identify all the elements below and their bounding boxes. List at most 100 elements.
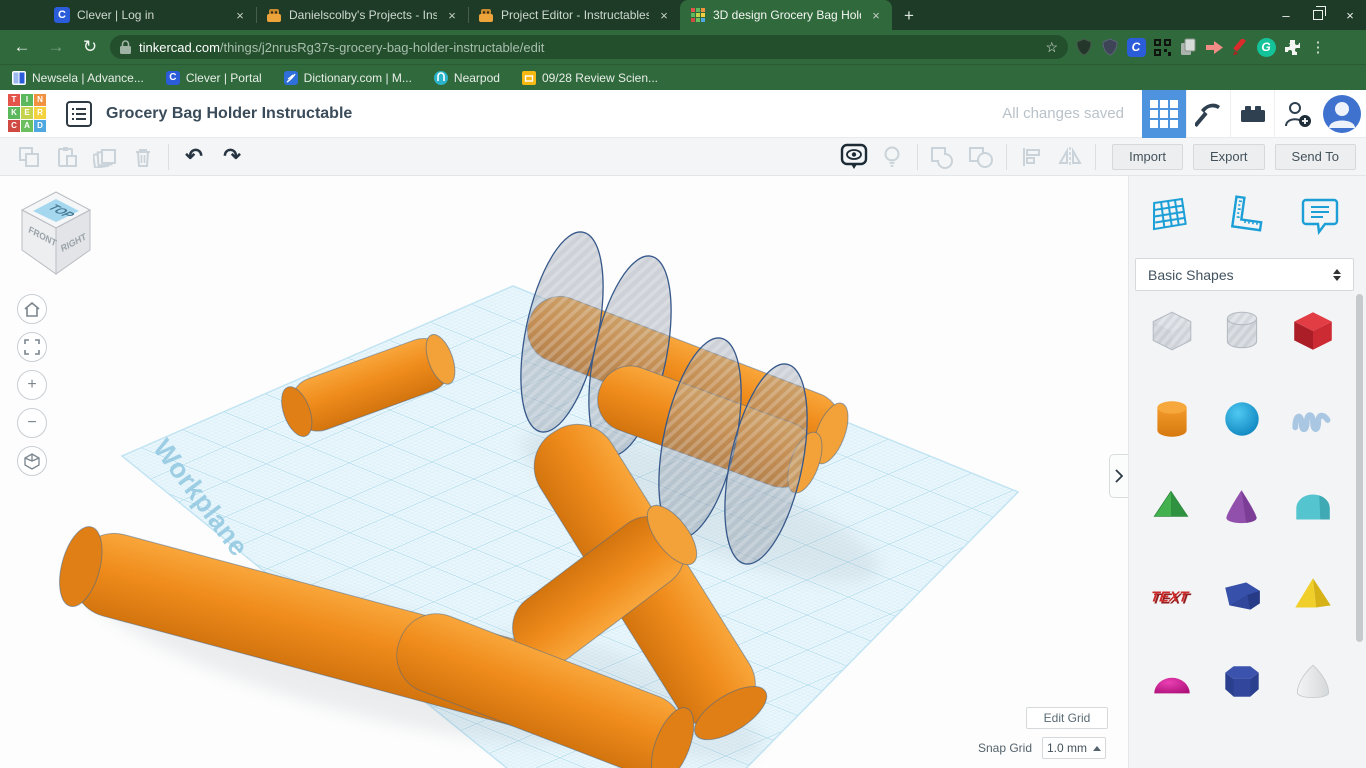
- url-path: /things/j2nrusRg37s-grocery-bag-holder-i…: [219, 39, 545, 55]
- shape-cylinder-transparent[interactable]: [1216, 305, 1268, 357]
- tinkercad-logo[interactable]: T I N K E R C A D: [8, 93, 48, 134]
- shield-icon[interactable]: [1074, 37, 1094, 57]
- tab-title: Clever | Log in: [77, 8, 155, 22]
- minecraft-pickaxe-button[interactable]: [1186, 89, 1230, 138]
- shape-paraboloid-white[interactable]: [1287, 657, 1339, 709]
- bookmark-newsela[interactable]: Newsela | Advance...: [12, 70, 144, 85]
- shape-hex-prism-navy[interactable]: [1216, 657, 1268, 709]
- design-menu-icon[interactable]: [66, 100, 92, 127]
- new-tab-button[interactable]: +: [904, 6, 914, 30]
- shape-cylinder-orange[interactable]: [1146, 393, 1198, 445]
- hide-selected-bulb-icon[interactable]: [873, 143, 911, 171]
- tab-danielscolby-projects[interactable]: Danielscolby's Projects - Instruct ×: [256, 0, 468, 30]
- reload-button[interactable]: ↻: [76, 37, 104, 57]
- view-cube[interactable]: TOP FRONT RIGHT: [16, 186, 96, 286]
- puzzle-icon[interactable]: [1282, 37, 1302, 57]
- edit-grid-button[interactable]: Edit Grid: [1026, 707, 1108, 729]
- snap-grid-select[interactable]: 1.0 mm: [1042, 737, 1106, 759]
- redo-icon[interactable]: ↷: [213, 143, 251, 171]
- blocks-grid-button[interactable]: [1142, 89, 1186, 138]
- ungroup-icon[interactable]: [962, 143, 1000, 171]
- forward-button[interactable]: →: [42, 37, 70, 57]
- tab-close-icon[interactable]: ×: [444, 8, 460, 23]
- home-view-button[interactable]: [17, 294, 47, 324]
- dictionary-icon: [283, 70, 298, 85]
- show-all-icon[interactable]: [835, 143, 873, 171]
- bookmark-nearpod[interactable]: Nearpod: [433, 70, 500, 85]
- brick-export-button[interactable]: [1230, 89, 1274, 138]
- clever-icon: C: [165, 70, 180, 85]
- notes-tool-icon[interactable]: [1296, 190, 1344, 240]
- trash-icon[interactable]: [124, 143, 162, 171]
- panel-scrollbar[interactable]: [1356, 294, 1363, 642]
- shape-cone-purple[interactable]: [1216, 481, 1268, 533]
- bookmark-dictionary[interactable]: Dictionary.com | M...: [283, 70, 412, 85]
- shape-half-sphere-magenta[interactable]: [1146, 657, 1198, 709]
- paste-icon[interactable]: [48, 143, 86, 171]
- restore-button[interactable]: [1302, 5, 1334, 23]
- panel-collapse-button[interactable]: [1109, 454, 1128, 498]
- design-canvas[interactable]: Workplane TOP FRONT RIGHT + − Edit Grid …: [0, 176, 1128, 768]
- bookmark-star-icon[interactable]: ☆: [1045, 39, 1058, 56]
- perspective-toggle-button[interactable]: [17, 446, 47, 476]
- clever-favicon: C: [54, 7, 70, 23]
- shape-pyramid-yellow[interactable]: [1287, 569, 1339, 621]
- tab-clever-login[interactable]: C Clever | Log in ×: [44, 0, 256, 30]
- import-button[interactable]: Import: [1112, 143, 1183, 170]
- avatar[interactable]: [1318, 90, 1366, 138]
- mirror-icon[interactable]: [1051, 143, 1089, 171]
- undo-icon[interactable]: ↶: [175, 143, 213, 171]
- shape-text-red[interactable]: TEXT TEXT: [1146, 569, 1198, 621]
- qr-code-icon[interactable]: [1152, 37, 1172, 57]
- tab-tinkercad-design-active[interactable]: 3D design Grocery Bag Holder In ×: [680, 0, 892, 30]
- ruler-tool-icon[interactable]: [1221, 190, 1269, 240]
- clever-icon[interactable]: C: [1126, 37, 1146, 57]
- bookmark-label: Dictionary.com | M...: [303, 70, 412, 85]
- shape-box-transparent[interactable]: [1146, 305, 1198, 357]
- shape-polygon-navy[interactable]: [1216, 569, 1268, 621]
- tab-close-icon[interactable]: ×: [232, 8, 248, 23]
- zoom-in-button[interactable]: +: [17, 370, 47, 400]
- minimize-button[interactable]: –: [1270, 8, 1302, 23]
- bookmark-review-science[interactable]: 09/28 Review Scien...: [521, 70, 658, 85]
- duplicate-icon[interactable]: [86, 143, 124, 171]
- zoom-out-button[interactable]: −: [17, 408, 47, 438]
- grammarly-icon[interactable]: G: [1256, 37, 1276, 57]
- browser-menu-icon[interactable]: ⋮: [1308, 37, 1328, 57]
- address-bar[interactable]: tinkercad.com/things/j2nrusRg37s-grocery…: [110, 35, 1068, 59]
- fit-view-button[interactable]: [17, 332, 47, 362]
- logo-tile: A: [21, 119, 33, 132]
- shape-sphere-blue[interactable]: [1216, 393, 1268, 445]
- copy-icon[interactable]: [10, 143, 48, 171]
- shape-round-roof-teal[interactable]: [1287, 481, 1339, 533]
- tab-close-icon[interactable]: ×: [656, 8, 672, 23]
- tab-project-editor[interactable]: Project Editor - Instructables ×: [468, 0, 680, 30]
- shape-category-select[interactable]: Basic Shapes: [1135, 258, 1354, 291]
- shape-scribble[interactable]: [1287, 393, 1339, 445]
- edit-toolbar: ↶ ↷ Import Export Send To: [0, 138, 1366, 176]
- back-button[interactable]: ←: [8, 37, 36, 57]
- export-button[interactable]: Export: [1192, 143, 1265, 170]
- bookmark-label: 09/28 Review Scien...: [541, 70, 658, 85]
- nearpod-icon: [433, 70, 448, 85]
- tab-close-icon[interactable]: ×: [868, 8, 884, 23]
- copy-pages-icon[interactable]: [1178, 37, 1198, 57]
- pink-arrow-icon[interactable]: [1204, 37, 1224, 57]
- tab-title: Project Editor - Instructables: [501, 8, 649, 22]
- group-icon[interactable]: [924, 143, 962, 171]
- 3d-scene[interactable]: Workplane: [0, 176, 1128, 768]
- shape-box-red[interactable]: [1287, 305, 1339, 357]
- shape-roof-green[interactable]: [1146, 481, 1198, 533]
- home-icon: [24, 301, 40, 317]
- invite-collaborator-button[interactable]: [1274, 89, 1318, 138]
- bookmark-clever-portal[interactable]: C Clever | Portal: [165, 70, 262, 85]
- lock-icon: [120, 40, 131, 54]
- send-to-button[interactable]: Send To: [1274, 143, 1356, 170]
- red-pen-icon[interactable]: [1230, 37, 1250, 57]
- bookmark-label: Clever | Portal: [185, 70, 262, 85]
- shield-icon[interactable]: [1100, 37, 1120, 57]
- align-icon[interactable]: [1013, 143, 1051, 171]
- close-button[interactable]: ×: [1334, 8, 1366, 23]
- design-title[interactable]: Grocery Bag Holder Instructable: [106, 105, 352, 123]
- workplane-tool-icon[interactable]: [1145, 190, 1193, 240]
